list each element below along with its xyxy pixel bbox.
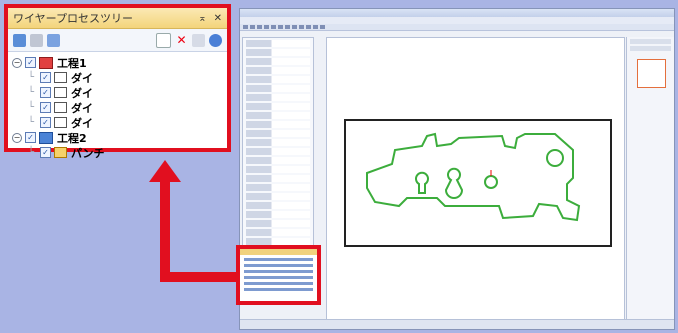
checkbox[interactable]: ✓ — [25, 132, 36, 143]
tree-node-label: 工程1 — [57, 56, 87, 70]
die-icon — [54, 72, 67, 83]
copy-icon[interactable] — [47, 33, 60, 47]
toolbar-icon[interactable] — [299, 25, 304, 29]
toolbar-icon[interactable] — [257, 25, 262, 29]
collapse-icon[interactable]: − — [12, 132, 22, 143]
collapse-icon[interactable]: − — [12, 57, 22, 68]
app-toolbar — [240, 24, 674, 31]
tree-node-label: ダイ — [71, 71, 93, 85]
checkbox[interactable]: ✓ — [40, 102, 51, 113]
tree-node-label: ダイ — [71, 116, 93, 130]
toolbar-icon[interactable] — [271, 25, 276, 29]
punch-hole — [484, 175, 498, 189]
checkbox[interactable]: ✓ — [40, 117, 51, 128]
toolbar-icon[interactable] — [264, 25, 269, 29]
die-icon — [54, 117, 67, 128]
part-drawing — [344, 119, 612, 247]
sheet-boundary — [344, 119, 612, 247]
status-bar — [240, 319, 674, 329]
tree-node-die[interactable]: └ ✓ ダイ — [12, 85, 223, 100]
right-pane — [626, 37, 674, 321]
move-down-icon[interactable] — [209, 33, 222, 47]
toolbar-icon[interactable] — [292, 25, 297, 29]
tree-node-label: 工程2 — [57, 131, 87, 145]
tree-node-step1[interactable]: − ✓ 工程1 — [12, 55, 223, 70]
checkbox[interactable]: ✓ — [40, 72, 51, 83]
tree-node-punch[interactable]: └ ✓ パンチ — [12, 145, 223, 160]
toolbar-icon[interactable] — [250, 25, 255, 29]
checkbox[interactable]: ✓ — [40, 147, 51, 158]
toolbar-icon[interactable] — [313, 25, 318, 29]
app-menubar — [240, 17, 674, 24]
pin-icon[interactable]: ⌅ — [198, 13, 206, 24]
tree-node-die[interactable]: └ ✓ ダイ — [12, 115, 223, 130]
toolbar-icon[interactable] — [243, 25, 248, 29]
toolbar-icon[interactable] — [278, 25, 283, 29]
tree-node-die[interactable]: └ ✓ ダイ — [12, 70, 223, 85]
checkbox[interactable]: ✓ — [40, 87, 51, 98]
close-icon[interactable]: ✕ — [214, 13, 222, 24]
edit-icon[interactable] — [30, 33, 43, 47]
round-hole — [546, 149, 564, 167]
step-icon — [39, 56, 53, 69]
keyhole-2 — [444, 167, 464, 199]
die-icon — [54, 87, 67, 98]
tree-node-label: パンチ — [71, 146, 105, 160]
new-icon[interactable] — [156, 32, 171, 48]
app-titlebar — [240, 9, 674, 17]
toolbar-icon[interactable] — [285, 25, 290, 29]
panel-title: ワイヤープロセスツリー — [13, 12, 134, 25]
punch-icon — [54, 147, 67, 158]
step-icon — [39, 131, 53, 144]
process-tree: − ✓ 工程1 └ ✓ ダイ └ ✓ ダイ └ ✓ ダイ └ ✓ ダイ − ✓ … — [8, 52, 227, 163]
tree-node-label: ダイ — [71, 86, 93, 100]
move-up-icon[interactable] — [192, 33, 205, 47]
property-pane — [242, 37, 314, 255]
thumbnail[interactable] — [637, 59, 666, 88]
keyhole-1 — [415, 171, 429, 194]
toolbar-icon[interactable] — [320, 25, 325, 29]
tree-node-die[interactable]: └ ✓ ダイ — [12, 100, 223, 115]
add-step-icon[interactable] — [13, 33, 26, 47]
delete-icon[interactable]: ✕ — [175, 33, 188, 47]
small-tree-highlight — [236, 245, 321, 305]
tree-node-step2[interactable]: − ✓ 工程2 — [12, 130, 223, 145]
panel-toolbar: ✕ — [8, 29, 227, 52]
drawing-canvas[interactable] — [326, 37, 625, 323]
die-icon — [54, 102, 67, 113]
tree-node-label: ダイ — [71, 101, 93, 115]
part-outline — [366, 132, 581, 222]
process-tree-panel: ワイヤープロセスツリー ⌅ ✕ ✕ − ✓ 工程1 └ ✓ ダイ └ ✓ ダイ — [4, 4, 231, 160]
checkbox[interactable]: ✓ — [25, 57, 36, 68]
toolbar-icon[interactable] — [306, 25, 311, 29]
panel-titlebar: ワイヤープロセスツリー ⌅ ✕ — [8, 8, 227, 29]
